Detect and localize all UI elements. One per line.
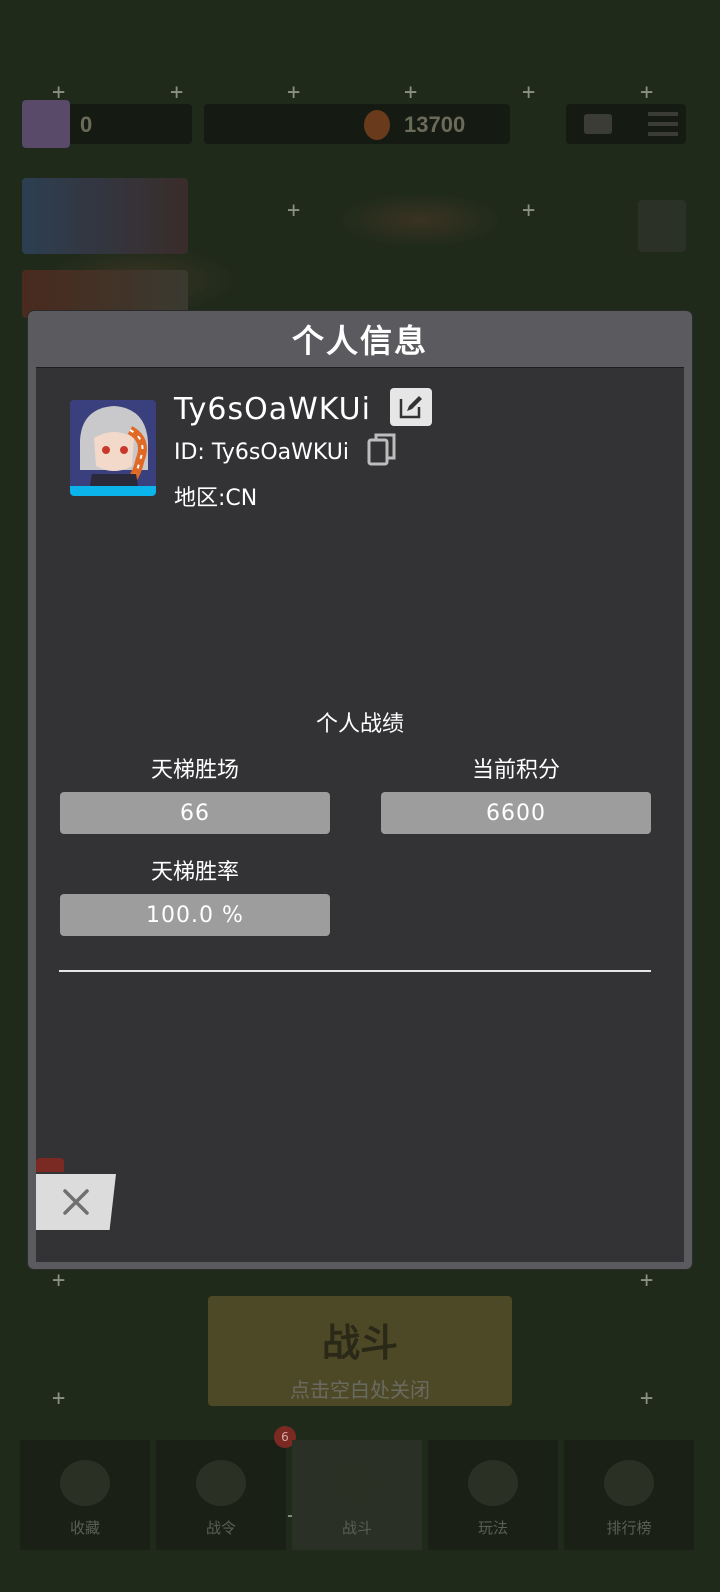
divider	[59, 970, 651, 972]
ladder-winrate-value: 100.0 %	[60, 894, 330, 936]
nav-item-collection[interactable]: 收藏	[20, 1440, 150, 1550]
nav-label: 玩法	[477, 1519, 508, 1537]
wings-icon	[196, 1460, 246, 1506]
mail-icon[interactable]	[584, 114, 612, 134]
top-right-menu[interactable]	[566, 104, 686, 144]
grid-marker: +	[404, 80, 418, 105]
coin-icon	[364, 110, 390, 140]
nav-item-battle[interactable]: 战斗	[292, 1440, 422, 1550]
currency-value: 13700	[404, 112, 466, 137]
player-id: ID: Ty6sOaWKUi	[174, 440, 349, 465]
side-task-button[interactable]	[638, 200, 686, 252]
current-points-label: 当前积分	[471, 758, 560, 783]
dialog-body: Ty6sOaWKUi ID: Ty6sOaWKUi 地区:CN 个人战绩 天梯胜…	[36, 367, 684, 1262]
nav-item-modes[interactable]: 玩法	[428, 1440, 558, 1550]
stats-section-title: 个人战绩	[315, 712, 404, 737]
player-avatar-small	[22, 100, 70, 148]
player-level-slot[interactable]: 0	[22, 100, 192, 148]
menu-icon[interactable]	[648, 112, 678, 136]
profile-dialog: 个人信息 Ty6sOaWKUi ID: Ty6sOaWKUi 地区:CN 个人战…	[28, 311, 692, 1269]
edit-icon	[399, 396, 422, 419]
ladder-wins-label: 天梯胜场	[150, 758, 239, 783]
nav-item-leaderboard[interactable]: 排行榜	[564, 1440, 694, 1550]
crossed-swords-icon	[332, 1460, 382, 1506]
helmet-icon	[468, 1460, 518, 1506]
cards-icon	[60, 1460, 110, 1506]
close-hint: 点击空白处关闭	[290, 1378, 430, 1402]
username: Ty6sOaWKUi	[174, 392, 371, 427]
edit-name-button[interactable]	[390, 388, 432, 426]
close-icon	[63, 1189, 89, 1215]
grid-marker: +	[170, 80, 184, 105]
copy-icon	[367, 433, 396, 466]
dialog-title: 个人信息	[291, 322, 428, 360]
close-button[interactable]	[36, 1174, 116, 1230]
grid-marker: +	[287, 198, 301, 223]
grid-marker: +	[522, 198, 536, 223]
grid-marker: +	[640, 80, 654, 105]
avatar-portrait-icon	[70, 400, 156, 496]
nav-label: 战斗	[341, 1519, 372, 1537]
currency-slot[interactable]: 13700	[204, 104, 510, 144]
grid-marker: +	[640, 1268, 654, 1293]
current-points-value: 6600	[381, 792, 651, 834]
nav-label: 排行榜	[606, 1519, 652, 1537]
avatar[interactable]	[70, 400, 156, 496]
ladder-wins-value: 66	[60, 792, 330, 834]
nav-label: 战令	[205, 1519, 236, 1537]
ladder-winrate-label: 天梯胜率	[150, 860, 239, 885]
nav-label: 收藏	[69, 1519, 100, 1537]
avatar-level-bar	[70, 486, 156, 496]
grid-marker: +	[52, 1268, 66, 1293]
player-region: 地区:CN	[174, 486, 258, 511]
nav-item-battle-pass[interactable]: 战令 6	[156, 1426, 296, 1550]
fight-button-label: 战斗	[321, 1321, 398, 1365]
grid-marker: +	[287, 80, 301, 105]
close-button-tab	[36, 1158, 64, 1172]
event-banner[interactable]	[22, 178, 188, 254]
copy-id-button[interactable]	[366, 432, 398, 468]
bottom-nav: 收藏 战令 6 战斗 玩法 排行榜	[20, 1426, 700, 1550]
trophy-icon	[604, 1460, 654, 1506]
grid-marker: +	[522, 80, 536, 105]
player-level: 0	[80, 112, 93, 137]
